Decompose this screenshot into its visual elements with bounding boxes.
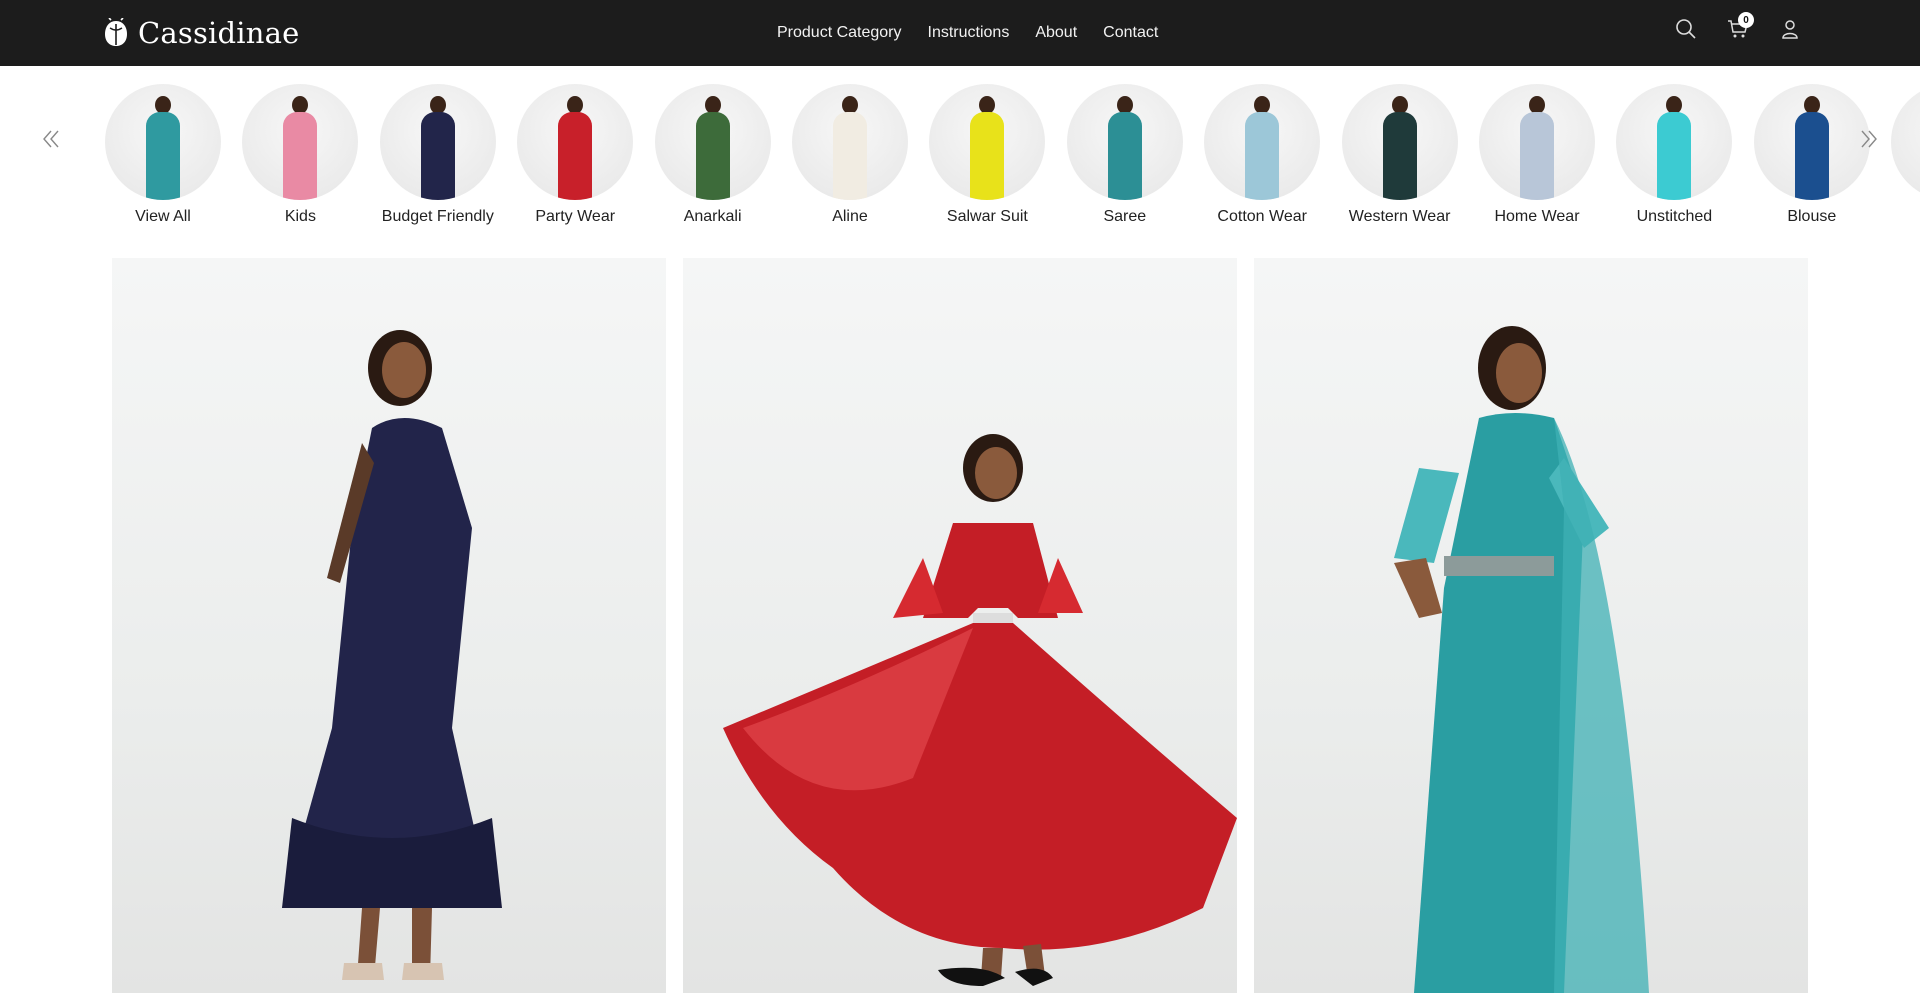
main-nav: Product Category Instructions About Cont… [777,0,1158,66]
product-tile-navy-dress[interactable] [112,258,666,993]
category-label: Budget Friendly [381,208,494,225]
category-label: Kids [284,208,316,225]
category-label: Cotton Wear [1217,208,1307,225]
search-icon[interactable] [1674,17,1698,41]
category-label: Anarkali [683,208,742,225]
category-item-western-wear[interactable]: Western Wear [1340,84,1460,226]
category-label: Party Wear [535,208,616,225]
category-thumbnail [105,84,221,200]
category-item-saree[interactable]: Saree [1065,84,1185,226]
category-item-rea[interactable]: Rea [1889,84,1920,226]
category-thumbnail [379,84,496,200]
category-label: Saree [1103,208,1147,225]
beetle-logo-icon [105,18,127,46]
category-item-cotton-wear[interactable]: Cotton Wear [1202,84,1322,226]
category-thumbnail [1204,84,1321,200]
nav-instructions[interactable]: Instructions [928,24,1010,42]
category-thumbnail [1066,84,1183,200]
category-label: Blouse [1787,208,1837,225]
user-icon[interactable] [1778,17,1802,41]
category-thumbnail [1753,84,1870,200]
category-label: Salwar Suit [946,208,1028,225]
product-tile-red-dress[interactable] [683,258,1237,993]
brand-logo[interactable]: Cassidinae [102,14,300,52]
carousel-prev-icon[interactable] [36,124,66,154]
cart-count-badge: 0 [1738,12,1754,28]
carousel-next-icon[interactable] [1854,124,1884,154]
site-header: Cassidinae Product Category Instructions… [0,0,1920,66]
category-carousel: View All Kids Budget Friendly Party Wear Ana… [0,66,1920,244]
category-label: Home Wear [1494,208,1580,225]
category-label: Rea [1889,208,1920,226]
category-item-aline[interactable]: Aline [790,84,910,226]
category-thumbnail [517,84,634,200]
category-thumbnail [1616,84,1733,200]
nav-contact[interactable]: Contact [1103,24,1158,42]
category-item-kids[interactable]: Kids [240,84,360,226]
product-image [282,330,502,980]
category-thumbnail [242,84,359,200]
category-item-blouse[interactable]: Blouse [1752,84,1872,226]
product-image [723,434,1237,986]
category-label: Aline [832,208,868,225]
brand-name: Cassidinae [138,16,300,50]
category-thumbnail [929,84,1046,200]
category-label: Western Wear [1348,208,1451,225]
category-item-unstitched[interactable]: Unstitched [1614,84,1734,226]
category-thumbnail [654,84,771,200]
category-item-party-wear[interactable]: Party Wear [515,84,635,226]
category-item-budget-friendly[interactable]: Budget Friendly [378,84,498,226]
nav-product-category[interactable]: Product Category [777,24,902,42]
product-image [1394,326,1649,993]
category-thumbnail [1341,84,1458,200]
nav-about[interactable]: About [1035,24,1077,42]
category-label: Unstitched [1636,208,1713,225]
category-label: View All [135,208,191,225]
category-item-salwar-suit[interactable]: Salwar Suit [927,84,1047,226]
category-item-home-wear[interactable]: Home Wear [1477,84,1597,226]
category-thumbnail [1891,84,1920,200]
product-tile-teal-saree[interactable] [1254,258,1808,993]
category-thumbnail [1479,84,1595,200]
category-item-anarkali[interactable]: Anarkali [653,84,773,226]
category-item-view-all[interactable]: View All [103,84,223,226]
category-thumbnail [792,84,908,200]
